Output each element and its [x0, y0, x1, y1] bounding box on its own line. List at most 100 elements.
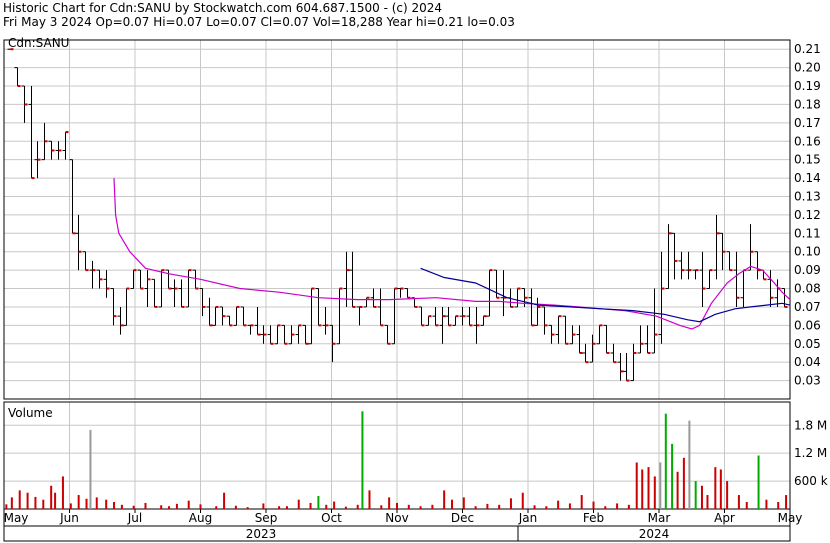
- volume-bar: [627, 504, 630, 509]
- ohlc-bar: [733, 251, 740, 307]
- ohlc-bar: [699, 251, 706, 307]
- volume-tick-label: 600 k: [794, 474, 828, 488]
- ohlc-bar: [596, 324, 603, 345]
- ohlc-bar: [747, 224, 754, 271]
- ohlc-bar: [96, 269, 103, 289]
- volume-bar: [757, 455, 760, 509]
- month-label: Jun: [59, 511, 79, 525]
- ohlc-bar: [89, 260, 96, 289]
- volume-bar: [132, 505, 135, 509]
- month-label: Jan: [518, 511, 538, 525]
- volume-bars: [5, 411, 788, 509]
- ohlc-bar: [274, 324, 281, 345]
- ohlc-bar: [473, 306, 480, 344]
- volume-bar: [641, 469, 644, 509]
- volume-bar: [647, 467, 650, 509]
- grid-lines: [3, 40, 791, 513]
- volume-bar: [325, 504, 328, 509]
- volume-bar: [61, 476, 64, 509]
- volume-bar: [726, 481, 729, 509]
- ohlc-bar: [466, 306, 473, 327]
- ohlc-bar: [671, 232, 678, 280]
- ohlc-bar: [637, 325, 644, 354]
- ohlc-bar: [500, 270, 507, 317]
- volume-bar: [297, 499, 300, 509]
- volume-bar: [509, 498, 512, 509]
- volume-bar: [34, 496, 37, 509]
- ohlc-bar: [14, 67, 21, 88]
- volume-bar: [635, 462, 638, 509]
- price-tick-label: 0.10: [794, 245, 821, 259]
- ohlc-bar: [678, 251, 685, 280]
- month-label: Aug: [189, 511, 212, 525]
- volume-bar: [380, 505, 383, 509]
- volume-bar: [344, 506, 347, 509]
- volume-bar: [498, 504, 501, 509]
- price-tick-label: 0.14: [794, 171, 821, 185]
- month-label: May: [4, 511, 29, 525]
- ohlc-bar: [576, 325, 583, 354]
- axis-labels: 0.21 0.20 0.19 0.18 0.17 0.16 0.15 0.14 0.13 0.12…: [4, 42, 828, 541]
- ohlc-bar: [171, 279, 178, 307]
- ohlc-bar: [151, 278, 158, 308]
- volume-bar: [616, 503, 619, 509]
- volume-bar: [396, 502, 398, 509]
- price-tick-label: 0.17: [794, 116, 821, 130]
- volume-bar: [309, 502, 312, 509]
- ohlc-bar: [548, 324, 555, 344]
- volume-bar: [419, 506, 422, 509]
- volume-bar: [765, 499, 768, 509]
- volume-bar: [5, 504, 8, 509]
- volume-bar: [95, 497, 98, 509]
- price-tick-label: 0.07: [794, 300, 821, 314]
- price-tick-label: 0.16: [794, 134, 821, 148]
- volume-bar: [474, 506, 477, 509]
- ohlc-bar: [206, 297, 213, 327]
- month-label: Sep: [255, 511, 278, 525]
- price-tick-label: 0.09: [794, 263, 821, 277]
- volume-bar: [682, 457, 685, 509]
- ohlc-bar: [28, 86, 35, 180]
- volume-bar: [168, 506, 171, 509]
- volume-bar: [671, 443, 674, 509]
- ohlc-bar: [617, 352, 624, 381]
- volume-bar: [105, 499, 108, 509]
- volume-tick-label: 1.8 M: [794, 418, 827, 432]
- price-tick-label: 0.19: [794, 79, 821, 93]
- ohlc-bar: [623, 352, 630, 382]
- month-label: Feb: [583, 511, 604, 525]
- ohlc-bar: [603, 324, 610, 354]
- ohlc-bar: [247, 324, 254, 335]
- month-label: Apr: [714, 511, 735, 525]
- volume-bar: [407, 504, 410, 509]
- ohlc-bar: [692, 269, 699, 280]
- volume-bar: [333, 501, 336, 509]
- ohlc-bar: [75, 214, 82, 271]
- volume-bar: [317, 495, 320, 509]
- volume-bar: [388, 497, 391, 509]
- volume-bar: [285, 506, 288, 509]
- stock-chart: 0.21 0.20 0.19 0.18 0.17 0.16 0.15 0.14 0.13 0.12…: [3, 36, 828, 542]
- ohlc-bar: [219, 306, 226, 326]
- price-tick-label: 0.04: [794, 355, 821, 369]
- volume-bar: [69, 503, 72, 509]
- volume-tick-label: 1.2 M: [794, 446, 827, 460]
- ohlc-bar: [267, 325, 274, 345]
- ohlc-bar: [103, 270, 110, 298]
- volume-label: Volume: [8, 406, 53, 420]
- ohlc-bar: [226, 315, 233, 327]
- ohlc-bar: [644, 325, 651, 354]
- volume-bar: [568, 503, 571, 509]
- ohlc-bar: [34, 141, 41, 179]
- volume-bar: [215, 506, 218, 509]
- volume-bar: [719, 469, 722, 509]
- ohlc-bar: [48, 140, 55, 160]
- price-tick-label: 0.03: [794, 374, 821, 388]
- year-label: 2024: [639, 527, 670, 541]
- volume-bar: [486, 503, 489, 509]
- ohlc-bar: [397, 287, 404, 298]
- volume-bar: [431, 504, 434, 509]
- ohlc-bar: [582, 343, 589, 364]
- ohlc-bar: [425, 315, 432, 326]
- ohlc-bar: [754, 251, 761, 280]
